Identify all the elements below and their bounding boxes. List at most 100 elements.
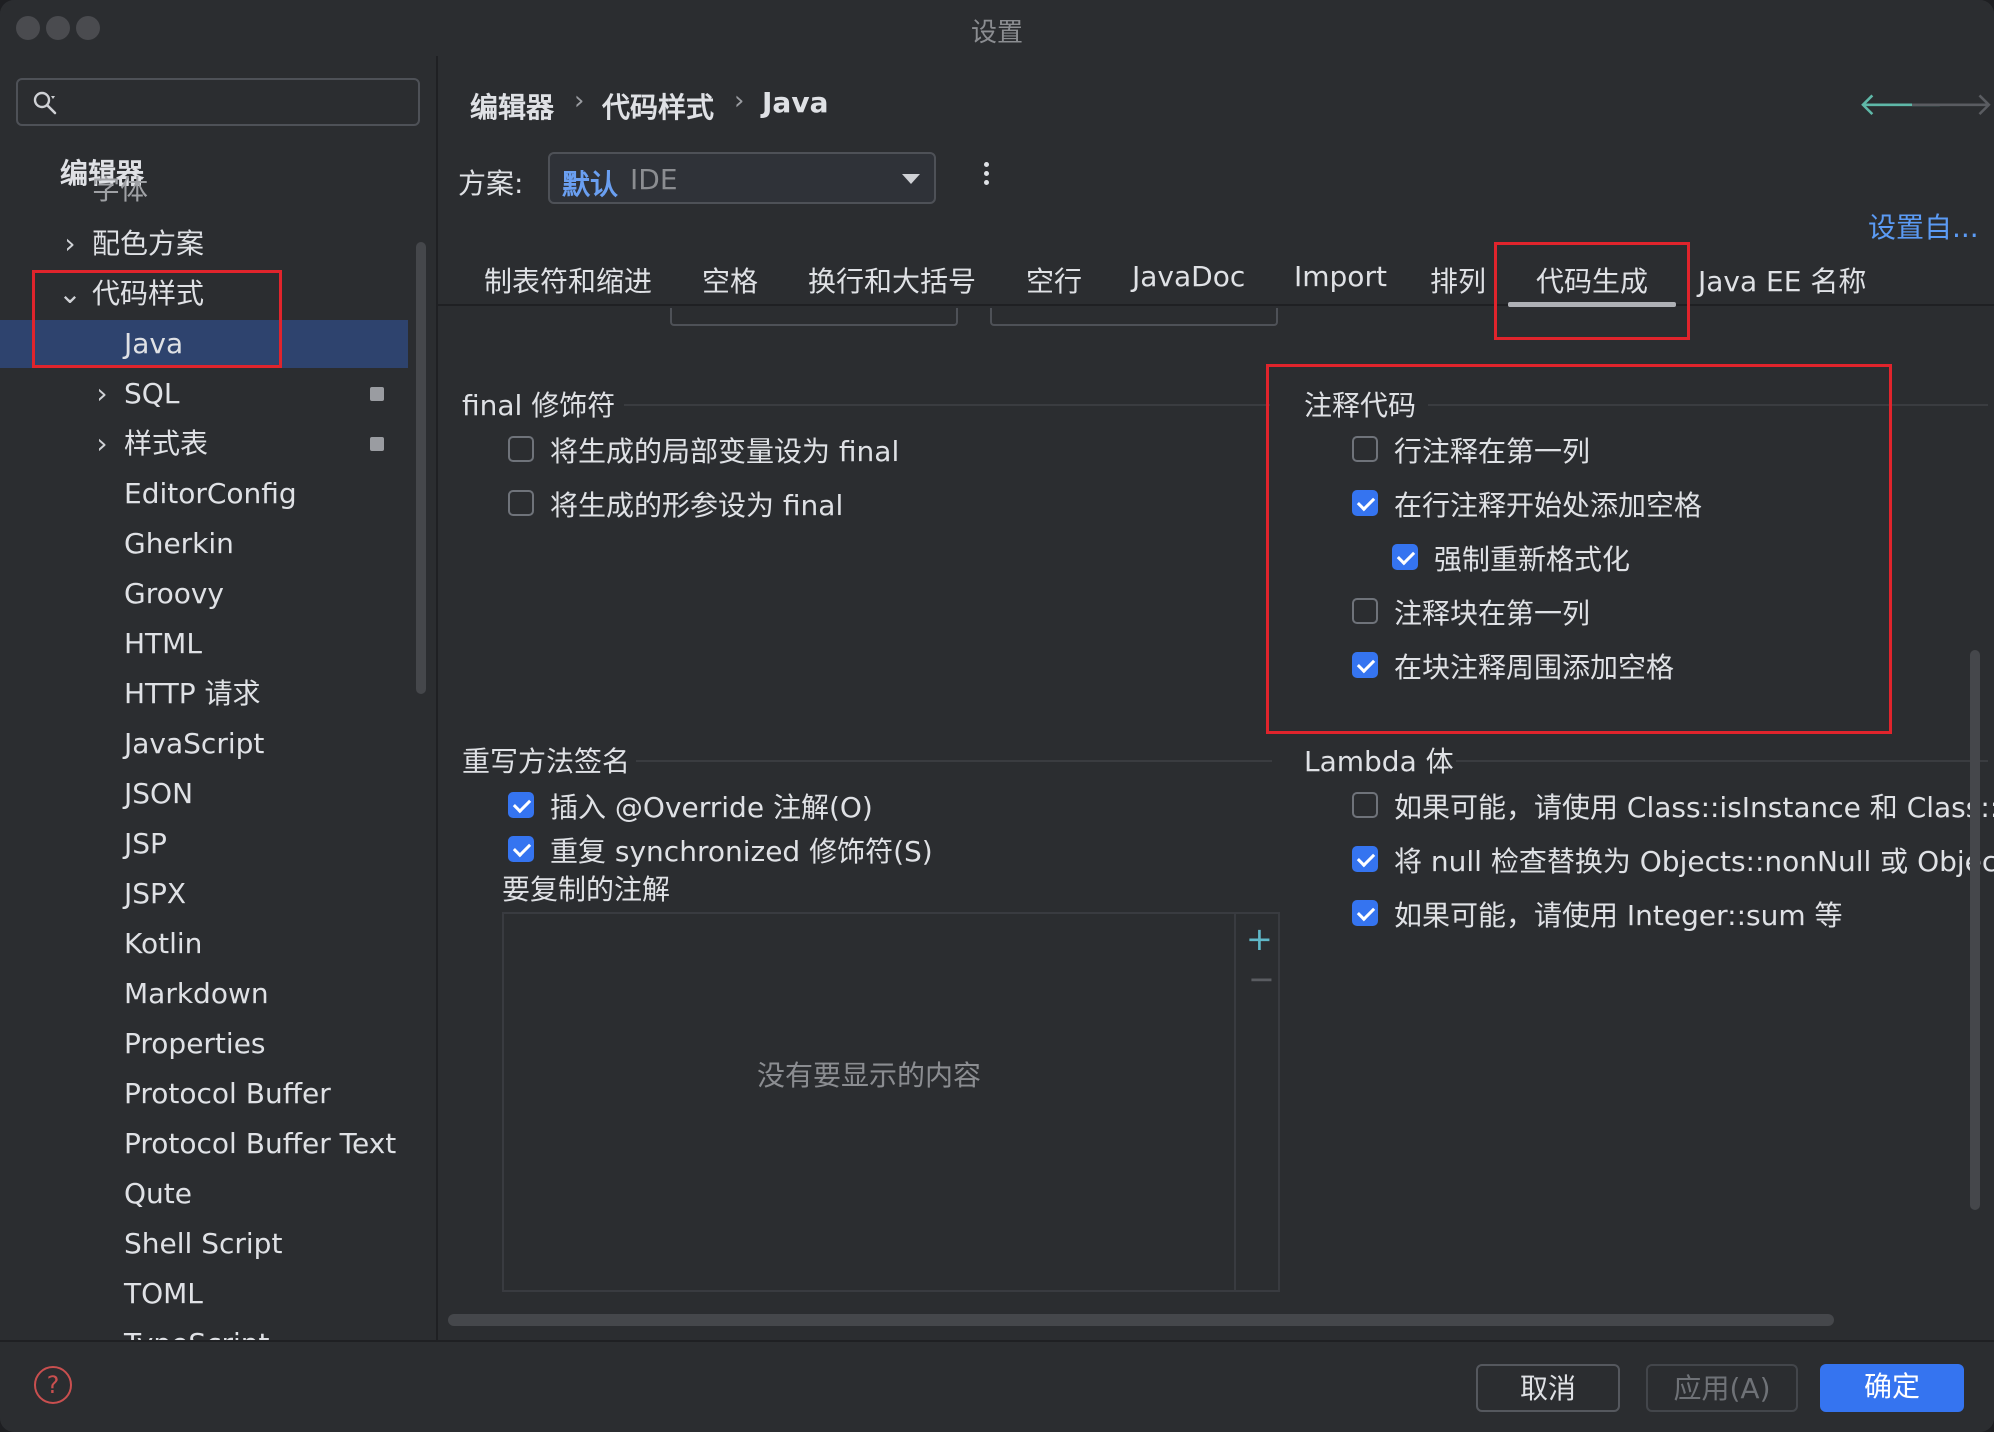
highlight-box-tab [1494, 242, 1690, 340]
option-label: 如果可能，请使用 Integer::sum 等 [1394, 899, 1843, 932]
section-divider [636, 760, 1272, 762]
tree-item-label: JavaScript [124, 727, 265, 760]
tab-javadoc[interactable]: JavaDoc [1132, 260, 1245, 293]
tab-arrangement[interactable]: 排列 [1430, 260, 1486, 300]
more-options-icon[interactable] [976, 160, 996, 190]
checkbox[interactable] [1352, 792, 1378, 818]
highlight-box-comment-code [1266, 364, 1892, 734]
tree-item-stylesheets[interactable]: › 样式表 [0, 420, 408, 468]
partial-field[interactable] [670, 308, 958, 326]
project-scope-icon [370, 437, 384, 451]
breadcrumb-editor[interactable]: 编辑器 [470, 86, 554, 126]
tree-item-label: HTML [124, 627, 202, 660]
tab-bar: 制表符和缩进 空格 换行和大括号 空行 JavaDoc Import 排列 代码… [438, 246, 1994, 307]
settings-search-input[interactable] [16, 78, 420, 126]
checkbox[interactable] [508, 490, 534, 516]
tree-item-kotlin[interactable]: Kotlin [0, 920, 408, 968]
scheme-value: 默认 [562, 168, 619, 201]
tree-item-gherkin[interactable]: Gherkin [0, 520, 408, 568]
tree-item-editorconfig[interactable]: EditorConfig [0, 470, 408, 518]
scheme-label: 方案: [458, 167, 524, 200]
tree-item-label: Groovy [124, 577, 224, 610]
chevron-right-icon: › [64, 227, 76, 260]
apply-button[interactable]: 应用(A) [1646, 1364, 1798, 1412]
empty-list-text: 没有要显示的内容 [756, 1059, 981, 1092]
tree-item-label: Qute [124, 1177, 192, 1210]
settings-window: 设置 编辑器 字体 › 配色方案 ⌄ 代码样式 Java › SQL › 样式表… [0, 0, 1994, 1432]
help-icon[interactable]: ? [34, 1366, 72, 1404]
lambda-body-title: Lambda 体 [1304, 745, 1454, 778]
scheme-scope: IDE [630, 163, 678, 196]
tab-spaces[interactable]: 空格 [702, 260, 758, 300]
tab-imports[interactable]: Import [1294, 260, 1387, 293]
tree-item-label: JSPX [124, 877, 187, 910]
tree-item-protocol-buffer-text[interactable]: Protocol Buffer Text [0, 1120, 408, 1168]
checkbox-checked[interactable] [1352, 846, 1378, 872]
tree-item-json[interactable]: JSON [0, 770, 408, 818]
add-icon[interactable]: + [1246, 920, 1273, 958]
tree-item-label: Gherkin [124, 527, 234, 560]
annotations-to-copy-label: 要复制的注解 [502, 873, 671, 906]
remove-icon[interactable]: − [1248, 960, 1275, 998]
tab-wrapping-and-braces[interactable]: 换行和大括号 [808, 260, 976, 300]
breadcrumb-separator: › [734, 86, 745, 116]
dialog-footer: ? 取消 应用(A) 确定 [0, 1340, 1994, 1432]
forward-arrow-icon[interactable]: 🡒 [1908, 84, 1994, 123]
tree-item-groovy[interactable]: Groovy [0, 570, 408, 618]
chevron-down-icon [902, 174, 920, 184]
option-label: 将生成的形参设为 final [550, 489, 844, 522]
tree-item-label: Protocol Buffer Text [124, 1127, 397, 1160]
tree-item-label: HTTP 请求 [124, 677, 261, 710]
tree-item-font[interactable]: 字体 [92, 176, 292, 204]
tree-item-label: Protocol Buffer [124, 1077, 331, 1110]
cancel-button[interactable]: 取消 [1476, 1364, 1620, 1412]
annotations-list[interactable]: 没有要显示的内容 + − [502, 912, 1280, 1292]
override-signature-title: 重写方法签名 [462, 745, 631, 778]
content-horizontal-scrollbar[interactable] [448, 1314, 1834, 1326]
ok-button[interactable]: 确定 [1820, 1364, 1964, 1412]
tree-item-toml[interactable]: TOML [0, 1270, 408, 1318]
tree-item-label: 样式表 [124, 427, 209, 460]
tree-item-label: EditorConfig [124, 477, 297, 510]
final-modifier-title: final 修饰符 [462, 389, 616, 422]
settings-sidebar: 编辑器 字体 › 配色方案 ⌄ 代码样式 Java › SQL › 样式表 Ed… [0, 56, 436, 1342]
tree-item-label: TOML [124, 1277, 203, 1310]
tree-item-http-request[interactable]: HTTP 请求 [0, 670, 408, 718]
search-icon [33, 91, 57, 115]
tree-item-color-scheme[interactable]: › 配色方案 [0, 220, 408, 268]
tree-item-protocol-buffer[interactable]: Protocol Buffer [0, 1070, 408, 1118]
tree-item-shell-script[interactable]: Shell Script [0, 1220, 408, 1268]
breadcrumb-code-style[interactable]: 代码样式 [602, 86, 714, 126]
scheme-dropdown[interactable]: 默认 IDE [548, 152, 936, 204]
checkbox-checked[interactable] [1352, 900, 1378, 926]
tree-item-typescript[interactable]: TypeScript [0, 1320, 408, 1342]
content-vertical-scrollbar[interactable] [1970, 650, 1980, 1210]
section-divider [1456, 760, 1988, 762]
checkbox-checked[interactable] [508, 836, 534, 862]
checkbox[interactable] [508, 436, 534, 462]
tree-item-qute[interactable]: Qute [0, 1170, 408, 1218]
tree-item-html[interactable]: HTML [0, 620, 408, 668]
tree-item-jspx[interactable]: JSPX [0, 870, 408, 918]
tree-item-label: TypeScript [124, 1320, 270, 1342]
tab-java-ee-names[interactable]: Java EE 名称 [1698, 260, 1866, 300]
tree-item-javascript[interactable]: JavaScript [0, 720, 408, 768]
tree-item-sql[interactable]: › SQL [0, 370, 408, 418]
tree-item-properties[interactable]: Properties [0, 1020, 408, 1068]
checkbox-checked[interactable] [508, 792, 534, 818]
tree-item-jsp[interactable]: JSP [0, 820, 408, 868]
section-divider [624, 404, 1270, 406]
tree-item-label: Shell Script [124, 1227, 283, 1260]
set-from-link[interactable]: 设置自... [1868, 206, 1979, 246]
tree-item-label: SQL [124, 377, 180, 410]
project-scope-icon [370, 387, 384, 401]
tree-item-label: JSP [124, 827, 167, 860]
tree-item-markdown[interactable]: Markdown [0, 970, 408, 1018]
sidebar-scrollbar[interactable] [416, 242, 426, 694]
highlight-box-sidebar [32, 270, 282, 368]
chevron-right-icon: › [96, 377, 108, 410]
partial-field[interactable] [990, 308, 1278, 326]
tab-tabs-and-indents[interactable]: 制表符和缩进 [484, 260, 652, 300]
tab-blank-lines[interactable]: 空行 [1026, 260, 1082, 300]
tree-item-label: Kotlin [124, 927, 203, 960]
